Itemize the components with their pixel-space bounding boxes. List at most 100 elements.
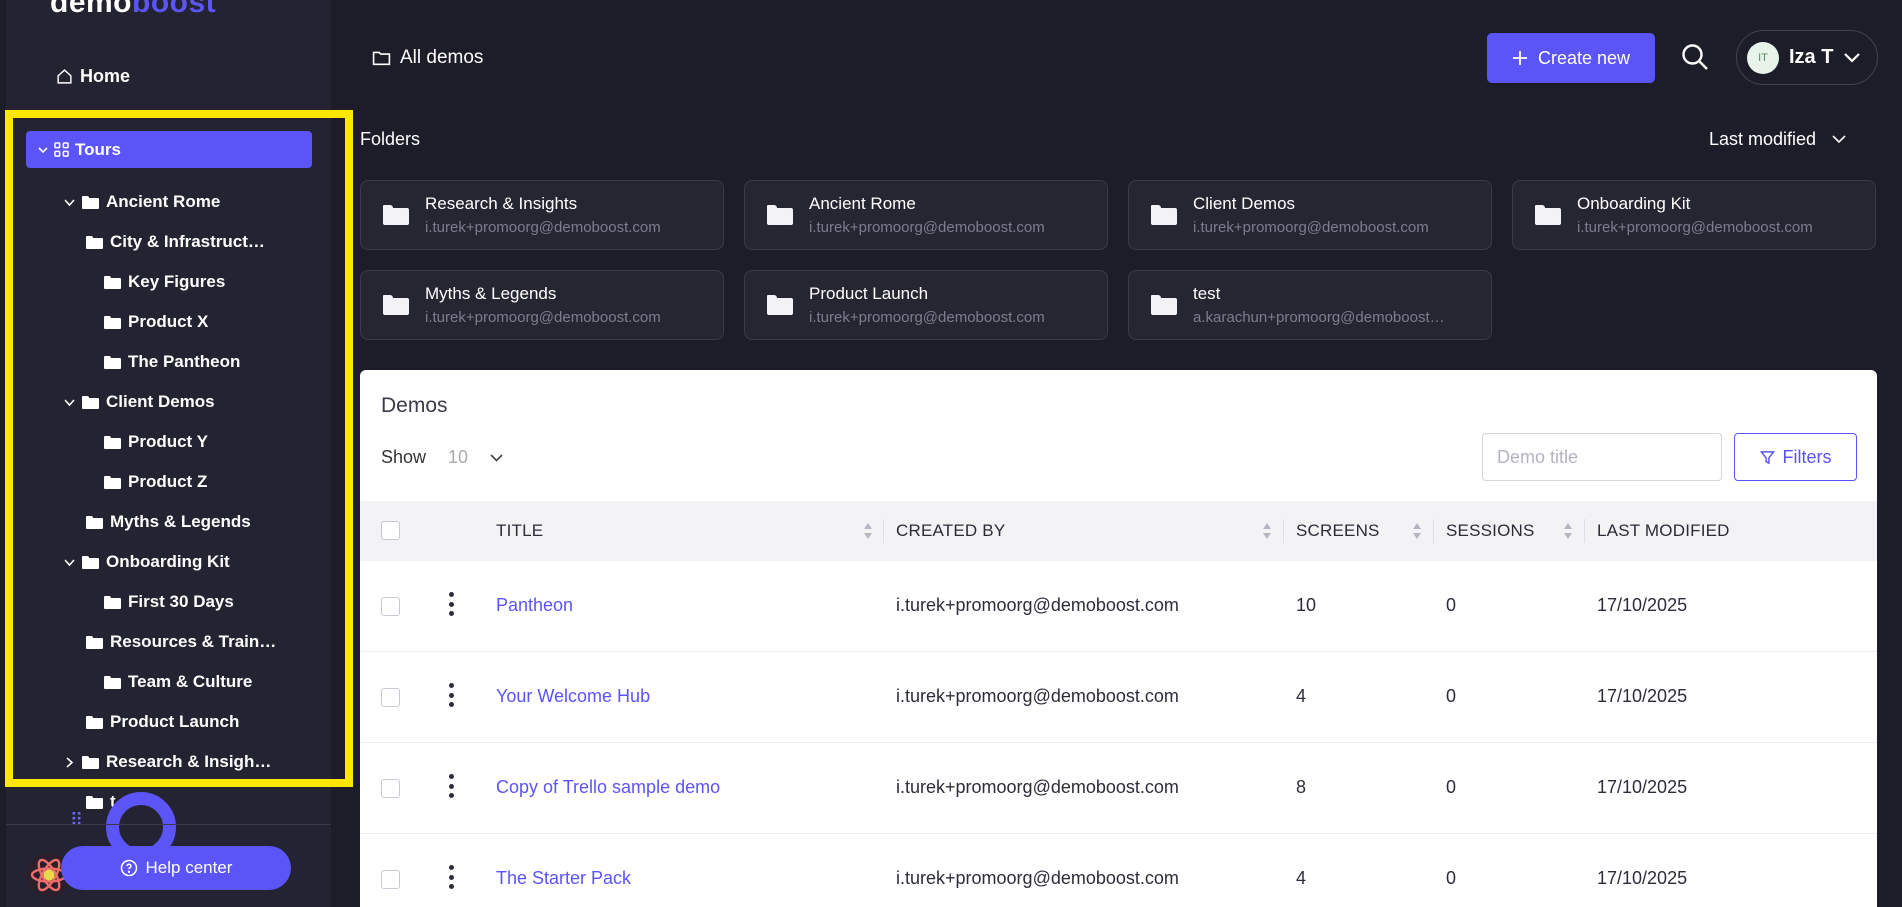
tree-item[interactable]: Client Demos (63, 392, 215, 412)
plus-icon (1512, 51, 1527, 65)
tree-item[interactable]: Research & Insigh… (63, 752, 271, 772)
sort-dropdown[interactable]: Last modified (1709, 129, 1846, 150)
folder-card-name: Client Demos (1193, 194, 1296, 213)
demo-search-input[interactable] (1482, 433, 1722, 481)
sort-title-icon[interactable] (864, 523, 873, 539)
demo-title-link[interactable]: Your Welcome Hub (496, 686, 650, 707)
folder-icon (86, 235, 103, 249)
created-by-cell: i.turek+promoorg@demoboost.com (896, 595, 1179, 615)
breadcrumb[interactable]: All demos (372, 47, 483, 69)
tree-item-label: The Pantheon (128, 352, 241, 371)
column-header-created-by[interactable]: CREATED BY (896, 521, 1005, 541)
filters-button[interactable]: Filters (1734, 433, 1857, 481)
folder-card[interactable]: Onboarding Kit i.turek+promoorg@demoboost… (1512, 180, 1876, 250)
folder-card[interactable]: Client Demos i.turek+promoorg@demoboost.c… (1128, 180, 1492, 250)
chevron-down-icon[interactable] (63, 398, 75, 407)
row-checkbox[interactable] (381, 870, 400, 889)
folder-card-text: Onboarding Kit i.turek+promoorg@demoboost… (1577, 194, 1832, 236)
sort-label: Last modified (1709, 129, 1817, 149)
tree-item[interactable]: The Pantheon (104, 352, 240, 372)
chevron-down-icon[interactable] (63, 198, 75, 207)
created-by-cell: i.turek+promoorg@demoboost.com (896, 686, 1179, 706)
more-options-icon[interactable] (448, 592, 454, 616)
table-row[interactable]: Copy of Trello sample demo i.turek+promoo… (360, 743, 1877, 834)
folder-card-text: Client Demos i.turek+promoorg@demoboost.c… (1193, 194, 1448, 236)
tree-item-label: Product Launch (110, 712, 240, 731)
row-checkbox[interactable] (381, 688, 400, 707)
user-menu[interactable]: IT Iza T (1736, 30, 1878, 85)
last-modified-cell: 17/10/2025 (1597, 868, 1688, 888)
row-checkbox[interactable] (381, 779, 400, 798)
grid-icon (54, 142, 69, 157)
tree-item[interactable]: Key Figures (104, 272, 225, 292)
folder-card[interactable]: Ancient Rome i.turek+promoorg@demoboost.c… (744, 180, 1108, 250)
folder-card[interactable]: Research & Insights i.turek+promoorg@demo… (360, 180, 724, 250)
folder-icon (104, 435, 121, 449)
tree-item[interactable]: Product Launch (86, 712, 239, 732)
screens-cell: 8 (1296, 777, 1307, 797)
tree-item-label: Product Z (128, 472, 208, 491)
column-header-sessions[interactable]: SESSIONS (1446, 521, 1535, 541)
tree-item[interactable]: First 30 Days (104, 592, 234, 612)
question-icon (120, 859, 137, 877)
tree-item[interactable]: Product X (104, 312, 208, 332)
more-options-icon[interactable] (448, 865, 454, 889)
chevron-right-icon[interactable] (63, 756, 75, 768)
more-options-icon[interactable] (448, 774, 454, 798)
nav-home[interactable]: Home (56, 66, 130, 87)
tree-item[interactable]: Product Y (104, 432, 208, 452)
demo-title-link[interactable]: The Starter Pack (496, 868, 631, 889)
column-header-title[interactable]: TITLE (496, 521, 543, 541)
tree-item-label: Client Demos (106, 392, 215, 411)
chevron-down-icon (1832, 135, 1846, 144)
tree-item[interactable]: City & Infrastruct… (86, 232, 265, 252)
logo[interactable]: demoboost (50, 0, 216, 20)
sidebar: demoboost Home Tours Ancient Rome City & … (6, 0, 331, 907)
create-new-button[interactable]: Create new (1487, 33, 1655, 83)
folder-card[interactable]: Myths & Legends i.turek+promoorg@demoboos… (360, 270, 724, 340)
tree-item[interactable]: Resources & Train… (86, 632, 276, 652)
sort-screens-icon[interactable] (1413, 523, 1422, 539)
tree-item-label: Team & Culture (128, 672, 253, 691)
tree-item-label: First 30 Days (128, 592, 234, 611)
table-row[interactable]: Your Welcome Hub i.turek+promoorg@demoboo… (360, 652, 1877, 743)
column-header-screens[interactable]: SCREENS (1296, 521, 1380, 541)
demos-panel: Demos Show 10 Filters TITLE CREATED BY S… (360, 370, 1877, 907)
demo-title-link[interactable]: Copy of Trello sample demo (496, 777, 720, 798)
folder-card[interactable]: test a.karachun+promoorg@demoboost.com (1128, 270, 1492, 340)
table-header: TITLE CREATED BY SCREENS SESSIONS LAST M… (360, 501, 1877, 561)
folder-card-owner: i.turek+promoorg@demoboost.com (425, 309, 661, 326)
tree-item[interactable]: Team & Culture (104, 672, 252, 692)
row-checkbox[interactable] (381, 597, 400, 616)
select-all-checkbox[interactable] (381, 521, 400, 540)
tree-item[interactable]: Myths & Legends (86, 512, 251, 532)
tree-item[interactable]: Ancient Rome (63, 192, 220, 212)
chevron-down-icon[interactable] (38, 140, 48, 160)
chevron-down-icon[interactable] (63, 558, 75, 567)
folder-card[interactable]: Product Launch i.turek+promoorg@demoboost… (744, 270, 1108, 340)
table-row[interactable]: The Starter Pack i.turek+promoorg@demoboo… (360, 834, 1877, 907)
column-header-last-modified[interactable]: LAST MODIFIED (1597, 521, 1730, 541)
table-row[interactable]: Pantheon i.turek+promoorg@demoboost.com 10… (360, 561, 1877, 652)
tree-root-tours[interactable]: Tours (26, 131, 312, 168)
demo-title-link[interactable]: Pantheon (496, 595, 573, 616)
search-icon[interactable] (1680, 42, 1710, 72)
tree-item-label: Research & Insigh… (106, 752, 272, 771)
page-size-select[interactable]: Show 10 (381, 447, 503, 468)
chevron-down-icon (1844, 52, 1861, 63)
demos-heading: Demos (381, 394, 448, 417)
tree-item-label: Resources & Train… (110, 632, 277, 651)
tree-item[interactable]: Product Z (104, 472, 207, 492)
folder-icon (104, 315, 121, 329)
last-modified-cell: 17/10/2025 (1597, 595, 1688, 615)
sort-sessions-icon[interactable] (1564, 523, 1573, 539)
tree-item-label: City & Infrastruct… (110, 232, 265, 251)
tree-item[interactable]: Onboarding Kit (63, 552, 230, 572)
help-center-button[interactable]: Help center (61, 846, 291, 890)
folder-icon (86, 795, 103, 809)
column-divider (1584, 519, 1585, 543)
tree-item-label: Myths & Legends (110, 512, 251, 531)
folder-icon (82, 395, 99, 409)
more-options-icon[interactable] (448, 683, 454, 707)
sort-created-by-icon[interactable] (1263, 523, 1272, 539)
